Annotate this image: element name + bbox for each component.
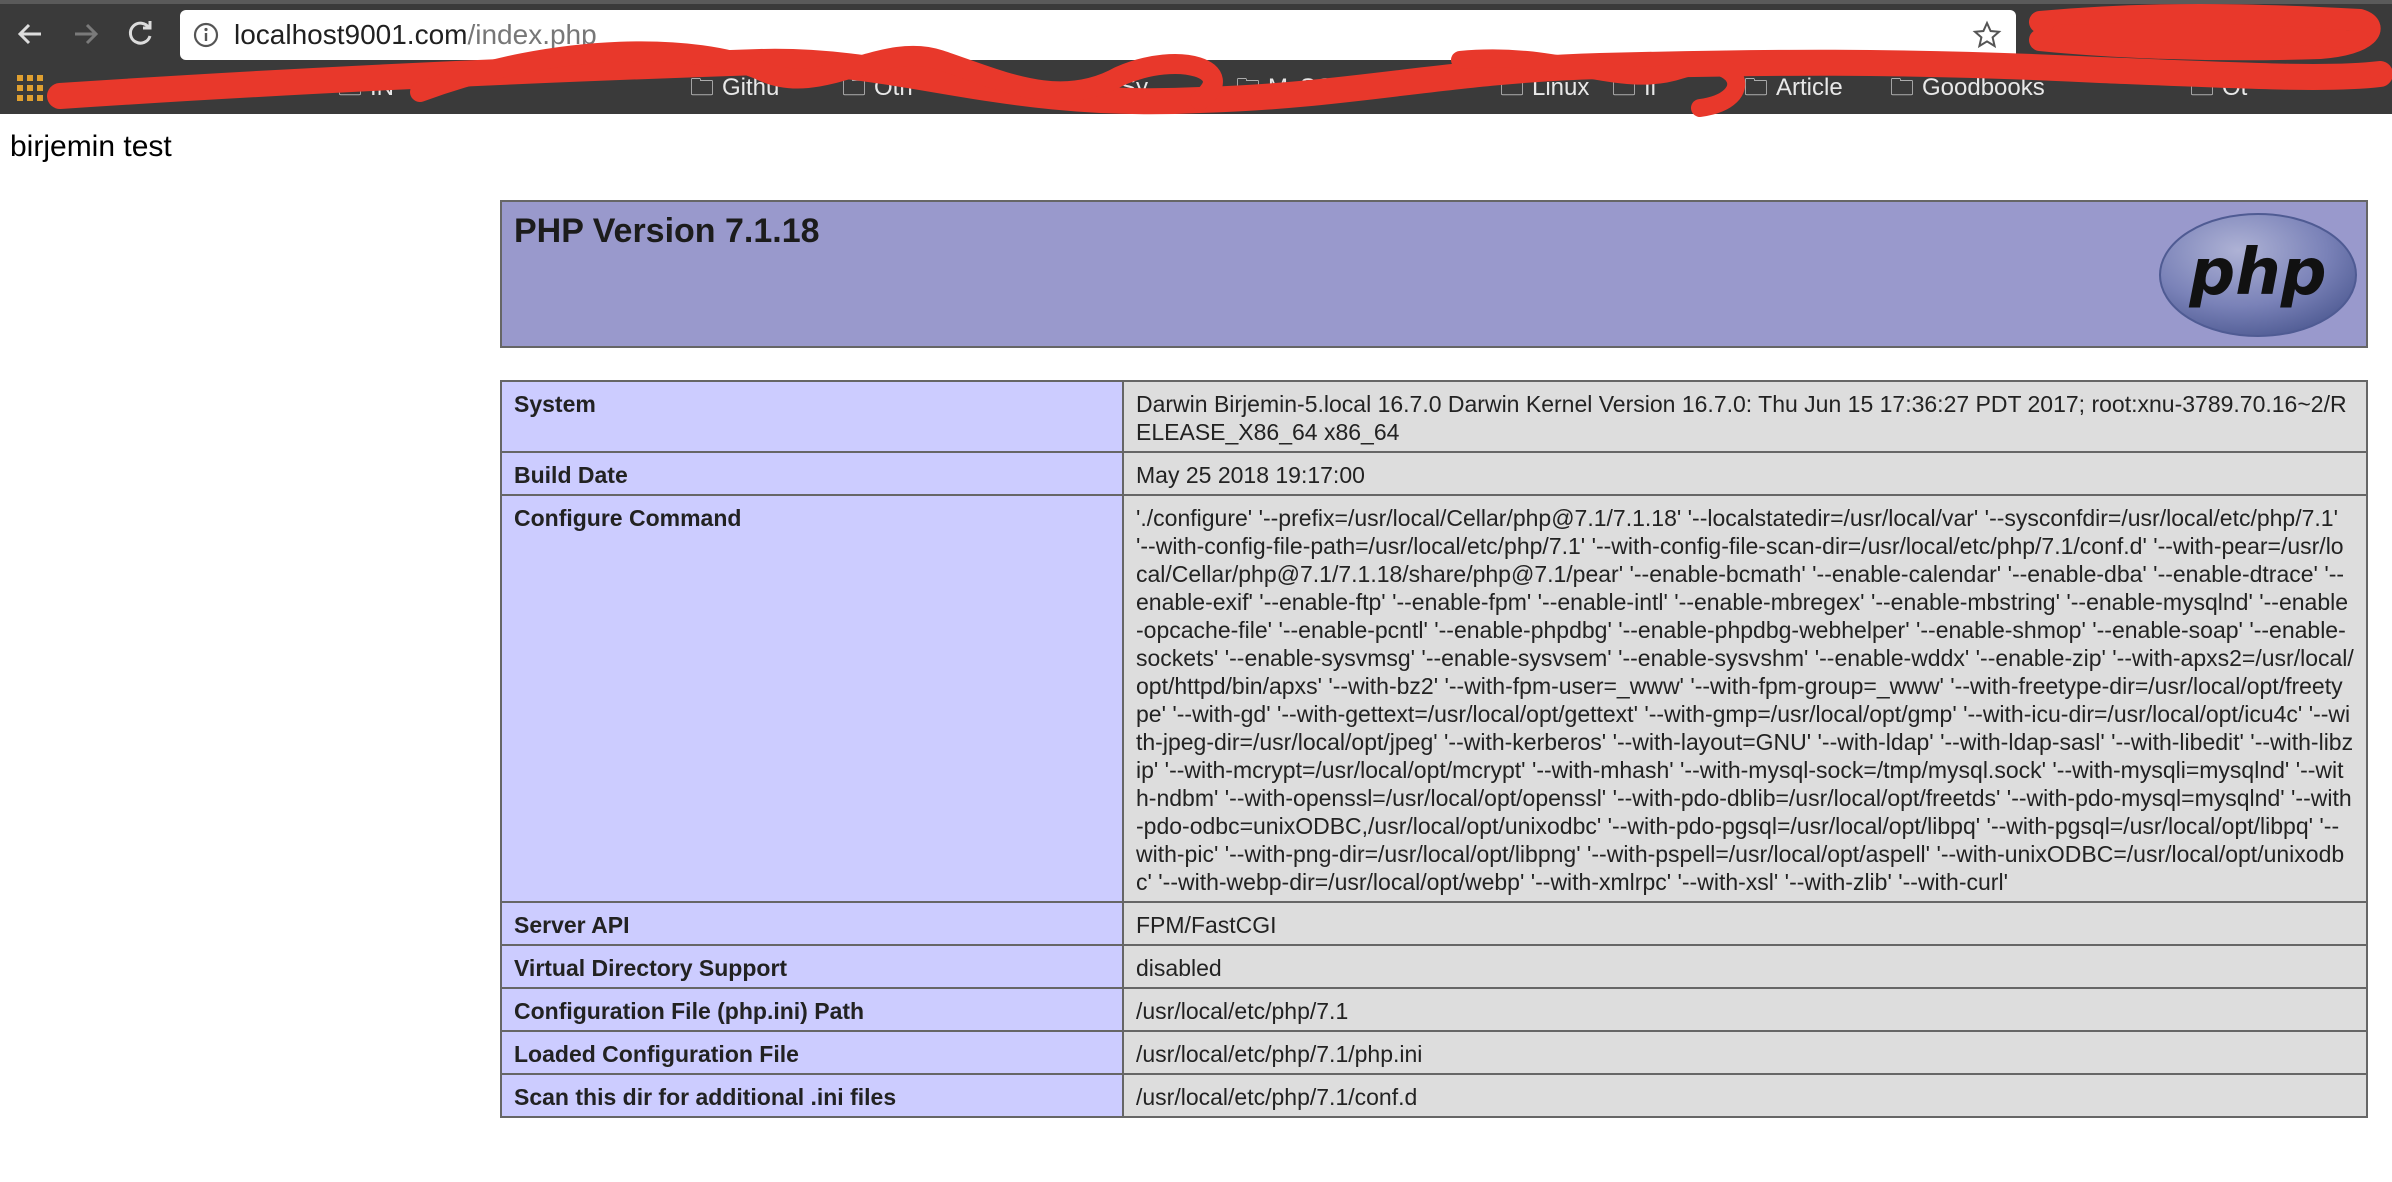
table-row: Virtual Directory Support disabled <box>500 944 2368 989</box>
folder-icon: 🗀 <box>338 74 362 101</box>
apps-grid-icon[interactable] <box>16 74 44 102</box>
phpinfo-header: PHP Version 7.1.18 php <box>500 200 2368 348</box>
row-key: Build Date <box>500 451 1124 496</box>
reload-button[interactable] <box>118 12 162 56</box>
page-text: birjemin test <box>10 130 172 163</box>
bookmark-item[interactable]: Bookmar <box>150 72 246 104</box>
folder-icon: 🗀 <box>1744 74 1768 101</box>
folder-icon: 🗀 <box>1088 74 1112 101</box>
row-key: Virtual Directory Support <box>500 944 1124 989</box>
row-value: FPM/FastCGI <box>1122 901 2368 946</box>
row-key: System <box>500 380 1124 453</box>
folder-icon: 🗀 <box>1890 74 1914 101</box>
bookmark-label: Goodbooks <box>1922 74 2045 101</box>
php-logo-text: php <box>2188 236 2326 310</box>
bookmark-label: Linux <box>1532 74 1590 101</box>
bookmark-folder[interactable]: 🗀 MySQL <box>1236 72 1348 104</box>
forward-button[interactable] <box>64 12 108 56</box>
row-key: Loaded Configuration File <box>500 1030 1124 1075</box>
table-row: Configure Command './configure' '--prefix… <box>500 494 2368 903</box>
table-row: Scan this dir for additional .ini files /… <box>500 1073 2368 1118</box>
folder-icon: 🗀 <box>972 74 996 101</box>
bookmark-folder[interactable]: 🗀 Article <box>1744 72 1843 104</box>
bookmark-label: Sy <box>1120 74 1149 101</box>
address-bar[interactable]: localhost9001.com/index.php <box>180 10 2016 60</box>
bookmark-label: Ot <box>2222 74 2248 101</box>
bookmark-folder[interactable]: 🗀 IN <box>338 72 394 104</box>
bookmark-folder[interactable]: 🗀 Oth <box>842 72 913 104</box>
info-icon[interactable] <box>192 21 220 49</box>
table-row: Build Date May 25 2018 19:17:00 <box>500 451 2368 496</box>
row-value: May 25 2018 19:17:00 <box>1122 451 2368 496</box>
folder-icon: 🗀 <box>1612 74 1636 101</box>
folder-icon: 🗀 <box>1236 74 1260 101</box>
table-row: Server API FPM/FastCGI <box>500 901 2368 946</box>
url-path: /index.php <box>467 19 597 50</box>
table-row: System Darwin Birjemin-5.local 16.7.0 Dar… <box>500 380 2368 453</box>
bookmark-label: Article <box>1776 74 1843 101</box>
row-value: /usr/local/etc/php/7.1/conf.d <box>1122 1073 2368 1118</box>
php-version-title: PHP Version 7.1.18 <box>514 212 820 250</box>
bookmark-label: Githu <box>722 74 780 101</box>
folder-icon: 🗀 <box>1500 74 1524 101</box>
bookmark-label: Bookmar <box>150 74 247 101</box>
row-key: Configure Command <box>500 494 1124 903</box>
forward-arrow-icon <box>75 23 99 45</box>
bookmark-folder[interactable]: 🗀 Goodbooks <box>1890 72 2045 104</box>
row-value: /usr/local/etc/php/7.1/php.ini <box>1122 1030 2368 1075</box>
phpinfo-table: System Darwin Birjemin-5.local 16.7.0 Dar… <box>500 380 2368 1118</box>
row-key: Configuration File (php.ini) Path <box>500 987 1124 1032</box>
row-value: './configure' '--prefix=/usr/local/Cella… <box>1122 494 2368 903</box>
bookmarks-bar: Bookmar 🗀 IN 🗀 Githu 🗀 Oth 🗀 HP 🗀 Sy 🗀 MySQL 🗀… <box>0 62 2392 114</box>
bookmark-label: Oth <box>874 74 913 101</box>
table-row: Loaded Configuration File/usr/local/etc/… <box>500 1030 2368 1075</box>
bookmark-star-icon[interactable] <box>1972 20 2002 50</box>
bookmark-label: HP <box>1004 74 1038 101</box>
row-value: disabled <box>1122 944 2368 989</box>
folder-icon: 🗀 <box>2190 74 2214 101</box>
bookmark-folder[interactable]: 🗀 Il <box>1612 72 1656 104</box>
bookmark-folder[interactable]: 🗀 Ot <box>2190 72 2247 104</box>
row-value: Darwin Birjemin-5.local 16.7.0 Darwin Ke… <box>1122 380 2368 453</box>
bookmark-folder[interactable]: 🗀 Sy <box>1088 72 1148 104</box>
folder-icon: 🗀 <box>690 74 714 101</box>
url-text[interactable]: localhost9001.com/index.php <box>234 10 597 60</box>
back-arrow-icon <box>17 23 41 45</box>
back-button[interactable] <box>8 12 52 56</box>
bookmark-label: MySQL <box>1268 74 1349 101</box>
bookmark-folder[interactable]: 🗀 Githu <box>690 72 779 104</box>
row-key: Server API <box>500 901 1124 946</box>
bookmark-label: Il <box>1644 74 1656 101</box>
bookmark-label: IN <box>370 74 394 101</box>
browser-toolbar: localhost9001.com/index.php <box>0 0 2392 62</box>
bookmark-folder[interactable]: 🗀 HP <box>972 72 1037 104</box>
table-row: Configuration File (php.ini) Path/usr/lo… <box>500 987 2368 1032</box>
php-logo[interactable]: php <box>2158 212 2358 338</box>
row-key: Scan this dir for additional .ini files <box>500 1073 1124 1118</box>
row-value: /usr/local/etc/php/7.1 <box>1122 987 2368 1032</box>
reload-icon <box>128 21 152 45</box>
folder-icon: 🗀 <box>842 74 866 101</box>
url-host: localhost9001.com <box>234 19 468 50</box>
bookmark-folder[interactable]: 🗀 Linux <box>1500 72 1589 104</box>
